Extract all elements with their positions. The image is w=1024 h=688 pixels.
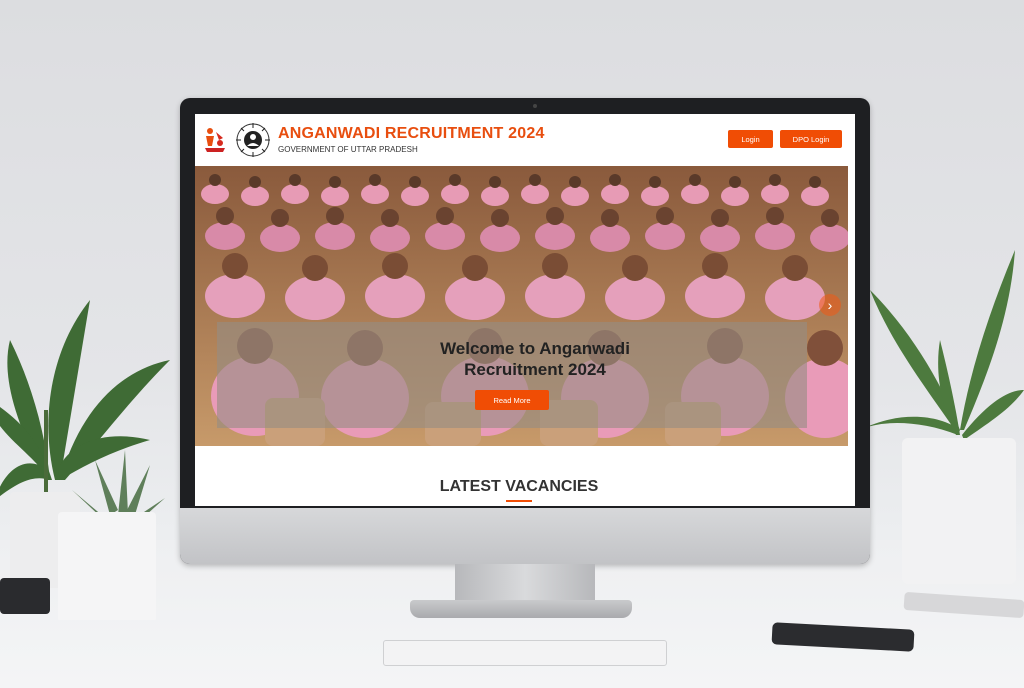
site-title: ANGANWADI RECRUITMENT 2024 — [278, 125, 545, 142]
latest-vacancies-heading: LATEST VACANCIES — [439, 478, 599, 495]
website-screen: ANGANWADI RECRUITMENT 2024 GOVERNMENT OF… — [195, 114, 855, 506]
heading-underline — [506, 500, 532, 502]
government-emblem-logo — [236, 123, 270, 157]
monitor-stand-base — [410, 600, 632, 618]
dpo-login-button[interactable]: DPO Login — [780, 130, 842, 148]
site-subtitle: GOVERNMENT OF UTTAR PRADESH — [278, 145, 418, 154]
monitor-chin — [180, 508, 870, 564]
keyboard — [383, 640, 667, 666]
site-header: ANGANWADI RECRUITMENT 2024 GOVERNMENT OF… — [195, 114, 855, 166]
speaker-device — [0, 578, 50, 614]
right-plant-decoration — [860, 250, 1024, 584]
login-button[interactable]: Login — [728, 130, 773, 148]
left-plants-decoration — [0, 300, 170, 620]
read-more-button[interactable]: Read More — [475, 390, 549, 410]
hero-slider: › Welcome to Anganwadi Recruitment 2024 … — [195, 166, 848, 446]
webcam — [533, 104, 537, 108]
hero-caption-box: Welcome to Anganwadi Recruitment 2024 Re… — [217, 322, 807, 428]
hero-heading: Welcome to Anganwadi Recruitment 2024 — [440, 339, 630, 379]
anganwadi-figure-logo — [205, 128, 225, 152]
slider-next-arrow[interactable]: › — [819, 294, 841, 316]
